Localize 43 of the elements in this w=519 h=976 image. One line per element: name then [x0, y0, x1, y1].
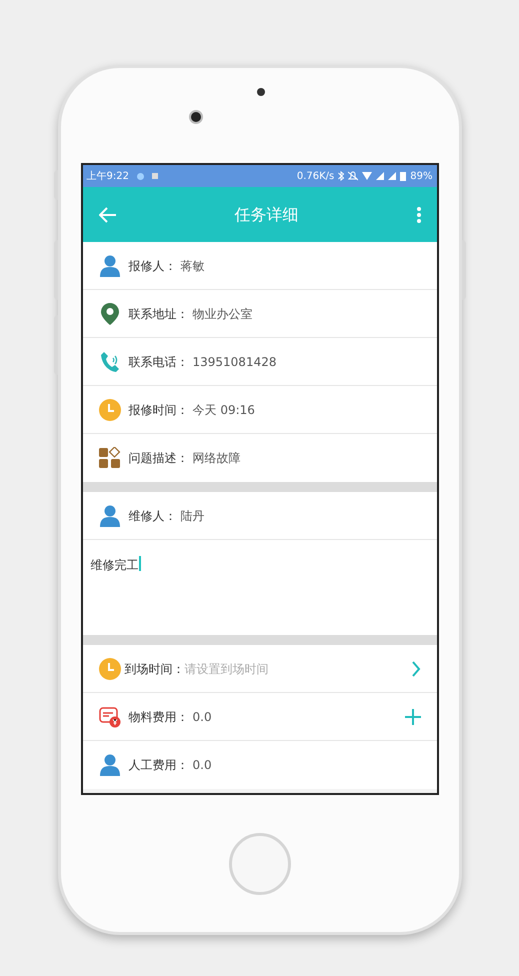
- muted-bell-icon: [348, 171, 358, 181]
- network-speed: 0.76K/s: [296, 170, 334, 184]
- text-cursor: [138, 556, 140, 571]
- chevron-right-icon[interactable]: [410, 660, 420, 676]
- clock-icon: [98, 658, 120, 680]
- field-value: 13951081428: [192, 354, 276, 370]
- field-value: 今天 09:16: [192, 402, 255, 418]
- wifi-icon: [362, 172, 372, 180]
- field-label: 联系电话：: [128, 354, 188, 370]
- back-arrow-icon[interactable]: [98, 206, 116, 222]
- person-icon: [100, 504, 120, 526]
- add-icon[interactable]: [404, 708, 420, 724]
- field-value: 0.0: [192, 708, 212, 726]
- field-value: 0.0: [192, 757, 212, 774]
- note-text: 维修完工: [90, 557, 138, 574]
- field-value: 陆丹: [180, 508, 204, 524]
- field-value: 网络故障: [192, 450, 240, 467]
- field-label: 物料费用：: [128, 708, 188, 726]
- bill-icon: [98, 706, 120, 728]
- field-label: 联系地址：: [128, 306, 188, 322]
- location-pin-icon: [100, 302, 118, 324]
- field-label: 报修人：: [128, 258, 176, 274]
- note-field[interactable]: 维修完工: [82, 540, 436, 635]
- field-label: 维修人：: [128, 508, 176, 524]
- clock-icon: [98, 398, 120, 420]
- field-label: 人工费用：: [128, 757, 188, 774]
- battery-icon: [400, 172, 406, 180]
- notification-icon: [152, 173, 158, 179]
- more-options-icon[interactable]: [416, 206, 420, 222]
- field-value: 物业办公室: [192, 306, 252, 322]
- field-label: 问题描述：: [128, 450, 188, 467]
- category-icon: [98, 447, 120, 469]
- person-icon: [100, 754, 120, 776]
- field-label: 到场时间：: [124, 660, 184, 678]
- field-value: 蒋敏: [180, 258, 204, 274]
- person-icon: [100, 254, 120, 276]
- phone-icon: [100, 350, 120, 372]
- camera-lens: [188, 110, 202, 124]
- battery-level: 89%: [410, 170, 432, 184]
- field-label: 报修时间：: [128, 402, 188, 418]
- page-title: 任务详细: [234, 204, 300, 226]
- status-time: 上午9:22: [86, 170, 129, 184]
- bluetooth-icon: [338, 171, 344, 181]
